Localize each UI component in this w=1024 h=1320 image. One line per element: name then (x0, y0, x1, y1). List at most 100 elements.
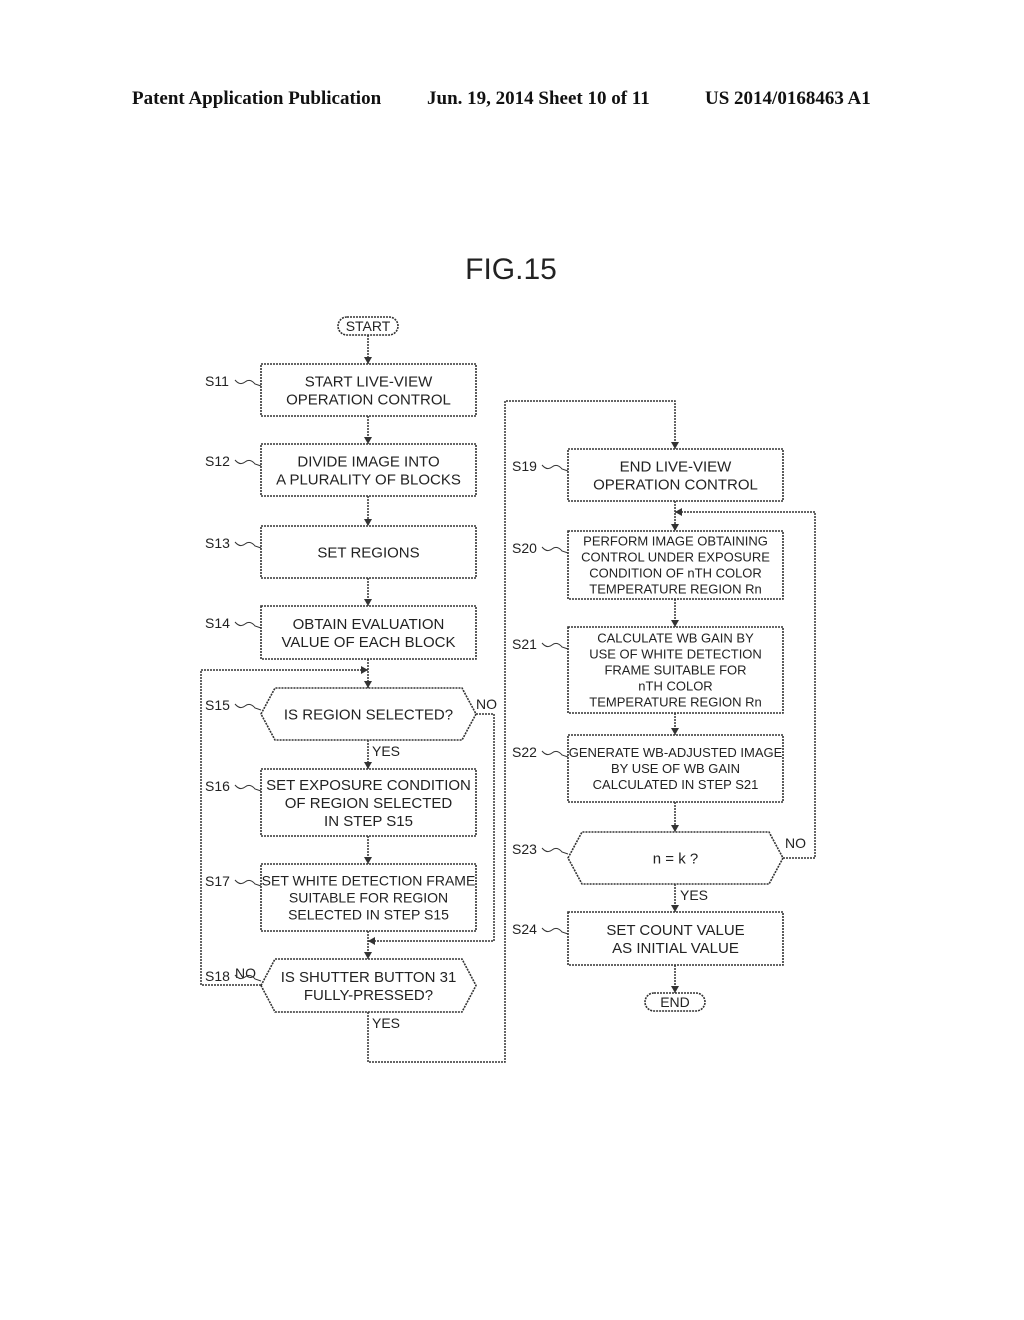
step-text: CONTROL UNDER EXPOSURE (581, 550, 770, 565)
step-id-label: S18 (205, 968, 230, 984)
step-text: CALCULATE WB GAIN BY (597, 631, 754, 646)
step-text: OPERATION CONTROL (593, 476, 758, 493)
step-id-label: S15 (205, 697, 230, 713)
step-id-label: S12 (205, 453, 230, 469)
step-s11: START LIVE-VIEWOPERATION CONTROL S11 (205, 363, 477, 417)
step-s16: SET EXPOSURE CONDITIONOF REGION SELECTED… (205, 768, 477, 837)
step-id-label: S20 (512, 540, 537, 556)
figure-title: FIG.15 (465, 253, 557, 286)
step-s21: CALCULATE WB GAIN BYUSE OF WHITE DETECTI… (512, 626, 784, 714)
arrowhead (364, 762, 372, 769)
arrowhead (671, 825, 679, 832)
arrowhead (364, 681, 372, 688)
leader-squiggle (541, 847, 569, 855)
leader-squiggle (234, 621, 262, 629)
branch-label-s18-no: NO (235, 965, 256, 981)
step-text: PERFORM IMAGE OBTAINING (583, 534, 768, 549)
arrowhead (364, 357, 372, 364)
start-terminator: START (337, 316, 399, 336)
step-text: SET WHITE DETECTION FRAME (262, 873, 476, 889)
step-text: FULLY-PRESSED? (304, 987, 433, 1004)
step-text: n = k ? (653, 850, 698, 867)
step-text: GENERATE WB-ADJUSTED IMAGE (569, 745, 783, 760)
branch-label-s15-no: NO (476, 696, 497, 712)
step-text: VALUE OF EACH BLOCK (282, 634, 456, 651)
leader-squiggle (234, 879, 262, 887)
branch-label-s18-yes: YES (372, 1015, 400, 1031)
arrowhead (671, 620, 679, 627)
step-s15: IS REGION SELECTED? S15 (205, 687, 477, 741)
step-text: OPERATION CONTROL (286, 391, 451, 408)
step-text: IS SHUTTER BUTTON 31 (281, 969, 457, 986)
step-id-label: S13 (205, 535, 230, 551)
arrowhead (364, 599, 372, 606)
arrowhead (364, 519, 372, 526)
step-id-label: S24 (512, 921, 537, 937)
step-text: CONDITION OF nTH COLOR (589, 566, 762, 581)
leader-squiggle (541, 927, 569, 935)
leader-squiggle (234, 703, 262, 711)
leader-squiggle (234, 541, 262, 549)
step-text: A PLURALITY OF BLOCKS (276, 471, 461, 488)
arrowhead (361, 666, 368, 674)
step-s19: END LIVE-VIEWOPERATION CONTROL S19 (512, 448, 784, 502)
step-s13: SET REGIONS S13 (205, 525, 477, 579)
step-id-label: S21 (512, 636, 537, 652)
step-id-label: S19 (512, 458, 537, 474)
branch-label-s23-no: NO (785, 835, 806, 851)
step-text: IN STEP S15 (324, 813, 413, 830)
leader-squiggle (234, 459, 262, 467)
step-id-label: S16 (205, 778, 230, 794)
arrowhead (671, 986, 679, 993)
arrowhead (671, 442, 679, 449)
step-text: START LIVE-VIEW (305, 373, 433, 390)
step-text: USE OF WHITE DETECTION (589, 647, 762, 662)
arrowhead (368, 937, 375, 945)
branch-label-s15-yes: YES (372, 743, 400, 759)
step-s14: OBTAIN EVALUATIONVALUE OF EACH BLOCK S14 (205, 605, 477, 660)
step-text: SET EXPOSURE CONDITION (266, 777, 471, 794)
flowchart: FIG.15 YESNOYESNOYESNO START LIVE-VIEWOP… (200, 253, 816, 1063)
step-text: CALCULATED IN STEP S21 (593, 777, 759, 792)
leader-squiggle (541, 464, 569, 472)
arrowhead (364, 952, 372, 959)
end-terminator-text: END (660, 994, 690, 1010)
arrowhead (364, 437, 372, 444)
arrowhead (675, 508, 682, 516)
step-text: SELECTED IN STEP S15 (288, 907, 449, 923)
step-id-label: S23 (512, 841, 537, 857)
branch-label-s23-yes: YES (680, 887, 708, 903)
step-s24: SET COUNT VALUEAS INITIAL VALUE S24 (512, 911, 784, 966)
step-text: IS REGION SELECTED? (284, 706, 453, 723)
end-terminator: END (644, 992, 706, 1012)
step-text: END LIVE-VIEW (620, 458, 733, 475)
step-text: OBTAIN EVALUATION (293, 616, 445, 633)
step-s20: PERFORM IMAGE OBTAININGCONTROL UNDER EXP… (512, 530, 784, 600)
start-terminator-text: START (346, 318, 391, 334)
step-text: SET REGIONS (317, 544, 419, 561)
step-s23: n = k ? S23 (512, 831, 784, 885)
step-text: AS INITIAL VALUE (612, 940, 739, 957)
step-text: DIVIDE IMAGE INTO (297, 453, 439, 470)
step-s22: GENERATE WB-ADJUSTED IMAGEBY USE OF WB G… (512, 734, 784, 803)
step-text: OF REGION SELECTED (285, 795, 453, 812)
arrowhead (364, 857, 372, 864)
step-text: BY USE OF WB GAIN (611, 761, 740, 776)
step-text: TEMPERATURE REGION Rn (589, 695, 761, 710)
leader-squiggle (541, 642, 569, 650)
leader-squiggle (234, 379, 262, 387)
leader-squiggle (541, 546, 569, 554)
arrowhead (671, 905, 679, 912)
step-text: SUITABLE FOR REGION (289, 890, 448, 906)
step-id-label: S11 (205, 373, 229, 389)
arrowhead (671, 728, 679, 735)
leader-squiggle (234, 784, 262, 792)
step-id-label: S22 (512, 744, 537, 760)
step-s17: SET WHITE DETECTION FRAMESUITABLE FOR RE… (205, 863, 477, 932)
step-text: SET COUNT VALUE (606, 922, 744, 939)
step-id-label: S14 (205, 615, 230, 631)
step-s12: DIVIDE IMAGE INTOA PLURALITY OF BLOCKS S1… (205, 443, 477, 497)
step-text: nTH COLOR (638, 679, 712, 694)
arrowhead (671, 524, 679, 531)
leader-squiggle (541, 750, 569, 758)
